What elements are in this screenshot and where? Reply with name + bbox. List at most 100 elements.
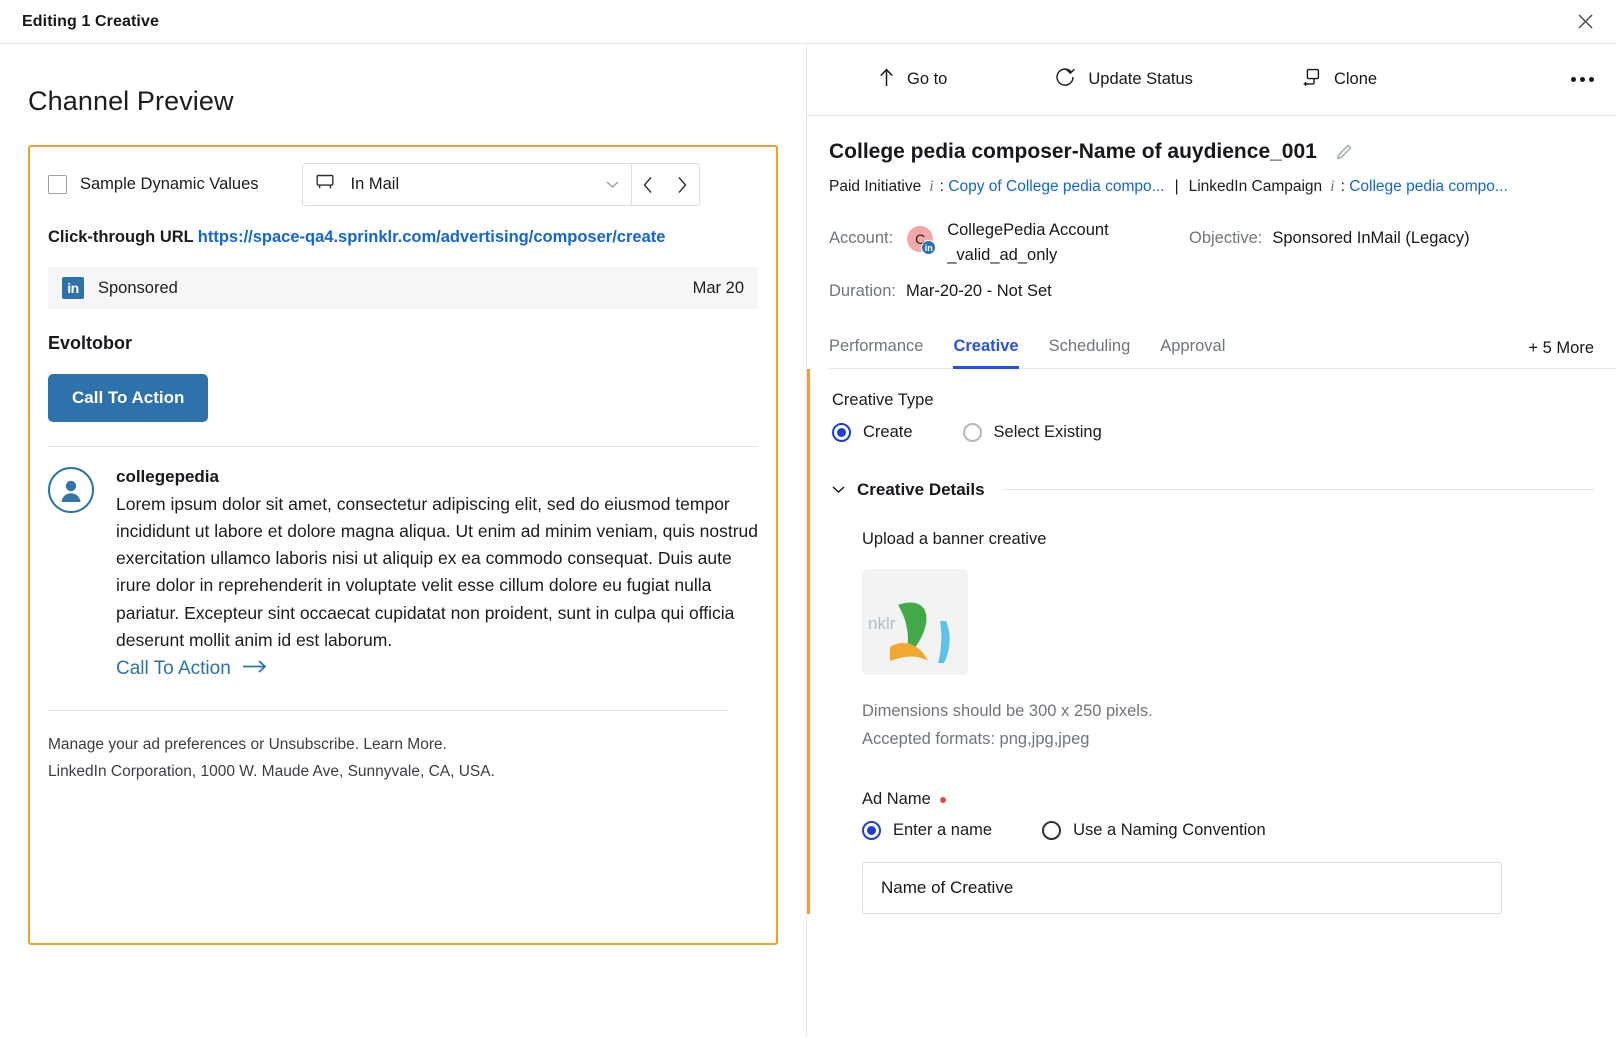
preview-card: Sample Dynamic Values In Mail Click-thro… (28, 145, 778, 945)
radio-create-input[interactable] (832, 422, 851, 442)
duration-label: Duration: (829, 281, 896, 300)
campaign-link[interactable]: College pedia compo... (1349, 178, 1508, 196)
footer-divider (48, 709, 729, 711)
channel-preview-pane: Channel Preview Sample Dynamic Values In… (0, 44, 807, 1037)
record-content: College pedia composer-Name of auydience… (807, 116, 1616, 1037)
click-through-url-link[interactable]: https://space-qa4.sprinklr.com/advertisi… (198, 228, 666, 246)
channel-select[interactable]: In Mail (301, 163, 632, 206)
tab-creative[interactable]: Creative (953, 337, 1019, 369)
ad-name-radio-group: Enter a name Use a Naming Convention (862, 821, 1594, 841)
update-status-button[interactable]: Update Status (1055, 67, 1193, 92)
section-rule (1002, 489, 1594, 490)
avatar (48, 467, 94, 514)
chevron-left-icon[interactable] (642, 176, 654, 194)
radio-select-existing[interactable]: Select Existing (962, 422, 1102, 442)
preview-toolbar: Sample Dynamic Values In Mail (48, 163, 758, 206)
ad-headline: Evoltobor (48, 333, 132, 354)
radio-enter-a-name[interactable]: Enter a name (862, 821, 993, 841)
divider (48, 446, 758, 448)
radio-select-existing-input[interactable] (962, 422, 982, 442)
meta-colon-1: : (939, 178, 944, 195)
linkedin-badge-icon: in (921, 240, 937, 255)
tab-performance[interactable]: Performance (829, 337, 923, 369)
more-tabs-button[interactable]: + 5 More (1528, 339, 1594, 368)
radio-select-existing-label: Select Existing (993, 422, 1102, 441)
channel-selector-group: In Mail (301, 163, 700, 206)
radio-naming-convention-label: Use a Naming Convention (1073, 821, 1266, 840)
objective-label: Objective: (1189, 229, 1263, 247)
more-horizontal-icon[interactable] (1571, 77, 1594, 82)
close-icon[interactable] (1570, 7, 1600, 37)
info-icon[interactable]: i (929, 178, 933, 196)
chevron-right-icon[interactable] (676, 176, 688, 194)
linkedin-icon: in (62, 277, 84, 300)
duration-value: Mar-20-20 - Not Set (905, 281, 1052, 300)
message-text: Lorem ipsum dolor sit amet, consectetur … (116, 494, 759, 650)
objective-value: Sponsored InMail (Legacy) (1272, 229, 1470, 247)
campaign-label: LinkedIn Campaign (1188, 178, 1323, 195)
update-status-label: Update Status (1088, 70, 1193, 88)
ad-name-label: Ad Name (862, 790, 931, 809)
click-through-url-label: Click-through URL (48, 228, 194, 246)
tab-scheduling[interactable]: Scheduling (1049, 337, 1131, 369)
info-icon-2[interactable]: i (1330, 178, 1334, 196)
sample-dynamic-values-checkbox[interactable] (48, 175, 67, 194)
duration-field: Duration: Mar-20-20 - Not Set (829, 282, 1616, 301)
message-block: collegepedia Lorem ipsum dolor sit amet,… (48, 467, 758, 680)
account-label: Account: (829, 229, 894, 247)
upload-hint: Dimensions should be 300 x 250 pixels. A… (862, 697, 1594, 755)
radio-enter-a-name-label: Enter a name (893, 821, 993, 840)
breadcrumb: Paid Initiative i : Copy of College pedi… (829, 178, 1616, 196)
required-indicator (939, 796, 946, 803)
record-details-grid: Account: C in CollegePedia Account _vali… (829, 218, 1616, 268)
refresh-check-icon (1055, 67, 1076, 92)
meta-separator: | (1174, 178, 1179, 195)
banner-thumbnail[interactable]: nklr (862, 568, 968, 675)
radio-create-label: Create (863, 422, 913, 441)
account-field: Account: C in CollegePedia Account _vali… (829, 218, 1189, 268)
banner-upload-block: Upload a banner creative nklr Dimensions… (862, 530, 1594, 755)
record-header: College pedia composer-Name of auydience… (829, 140, 1616, 164)
click-through-url-row: Click-through URL https://space-qa4.sprin… (48, 226, 758, 249)
tab-approval[interactable]: Approval (1160, 337, 1225, 369)
radio-naming-convention[interactable]: Use a Naming Convention (1042, 821, 1266, 841)
account-name: CollegePedia Account _valid_ad_only (947, 218, 1108, 268)
account-avatar: C in (907, 226, 937, 255)
page-title: Channel Preview (28, 86, 234, 116)
message-sender: collegepedia (116, 467, 219, 487)
tab-bar: Performance Creative Scheduling Approval… (829, 329, 1616, 369)
message-cta-link[interactable]: Call To Action (116, 658, 268, 680)
arrow-right-icon (242, 658, 268, 680)
pencil-icon[interactable] (1335, 143, 1353, 161)
sample-dynamic-values-label: Sample Dynamic Values (80, 175, 259, 193)
record-title: College pedia composer-Name of auydience… (829, 140, 1317, 163)
chevron-down-icon-section[interactable] (832, 485, 845, 494)
radio-create[interactable]: Create (832, 422, 913, 442)
creative-type-label: Creative Type (832, 390, 934, 409)
objective-field: Objective: Sponsored InMail (Legacy) (1189, 218, 1470, 248)
cta-button[interactable]: Call To Action (48, 374, 209, 423)
svg-text:nklr: nklr (868, 614, 896, 633)
sponsored-date: Mar 20 (692, 278, 744, 297)
ad-name-input[interactable] (862, 862, 1502, 915)
preview-nav-arrows (631, 163, 700, 206)
paid-initiative-link[interactable]: Copy of College pedia compo... (948, 178, 1164, 196)
arrow-up-icon (879, 68, 894, 92)
upload-banner-label: Upload a banner creative (862, 529, 1047, 548)
hint-dimensions: Dimensions should be 300 x 250 pixels. (862, 701, 1153, 720)
creative-details-title: Creative Details (857, 479, 985, 499)
goto-button[interactable]: Go to (879, 68, 947, 92)
account-name-line-2: _valid_ad_only (947, 245, 1058, 264)
radio-enter-a-name-input[interactable] (862, 821, 881, 841)
clone-button[interactable]: Clone (1301, 67, 1377, 92)
record-detail-pane: Go to Update Status Clone College pedia … (807, 44, 1616, 1037)
creative-type-radio-group: Create Select Existing (832, 422, 1594, 442)
window-title-bar: Editing 1 Creative (0, 0, 1616, 44)
sponsored-label: Sponsored (98, 278, 178, 297)
preview-footer: Manage your ad preferences or Unsubscrib… (48, 731, 758, 785)
creative-details-section-header[interactable]: Creative Details (832, 480, 1594, 500)
meta-colon-2: : (1340, 178, 1345, 195)
goto-label: Go to (907, 70, 948, 88)
radio-naming-convention-input[interactable] (1042, 821, 1062, 841)
footer-line-1: Manage your ad preferences or Unsubscrib… (48, 735, 447, 753)
